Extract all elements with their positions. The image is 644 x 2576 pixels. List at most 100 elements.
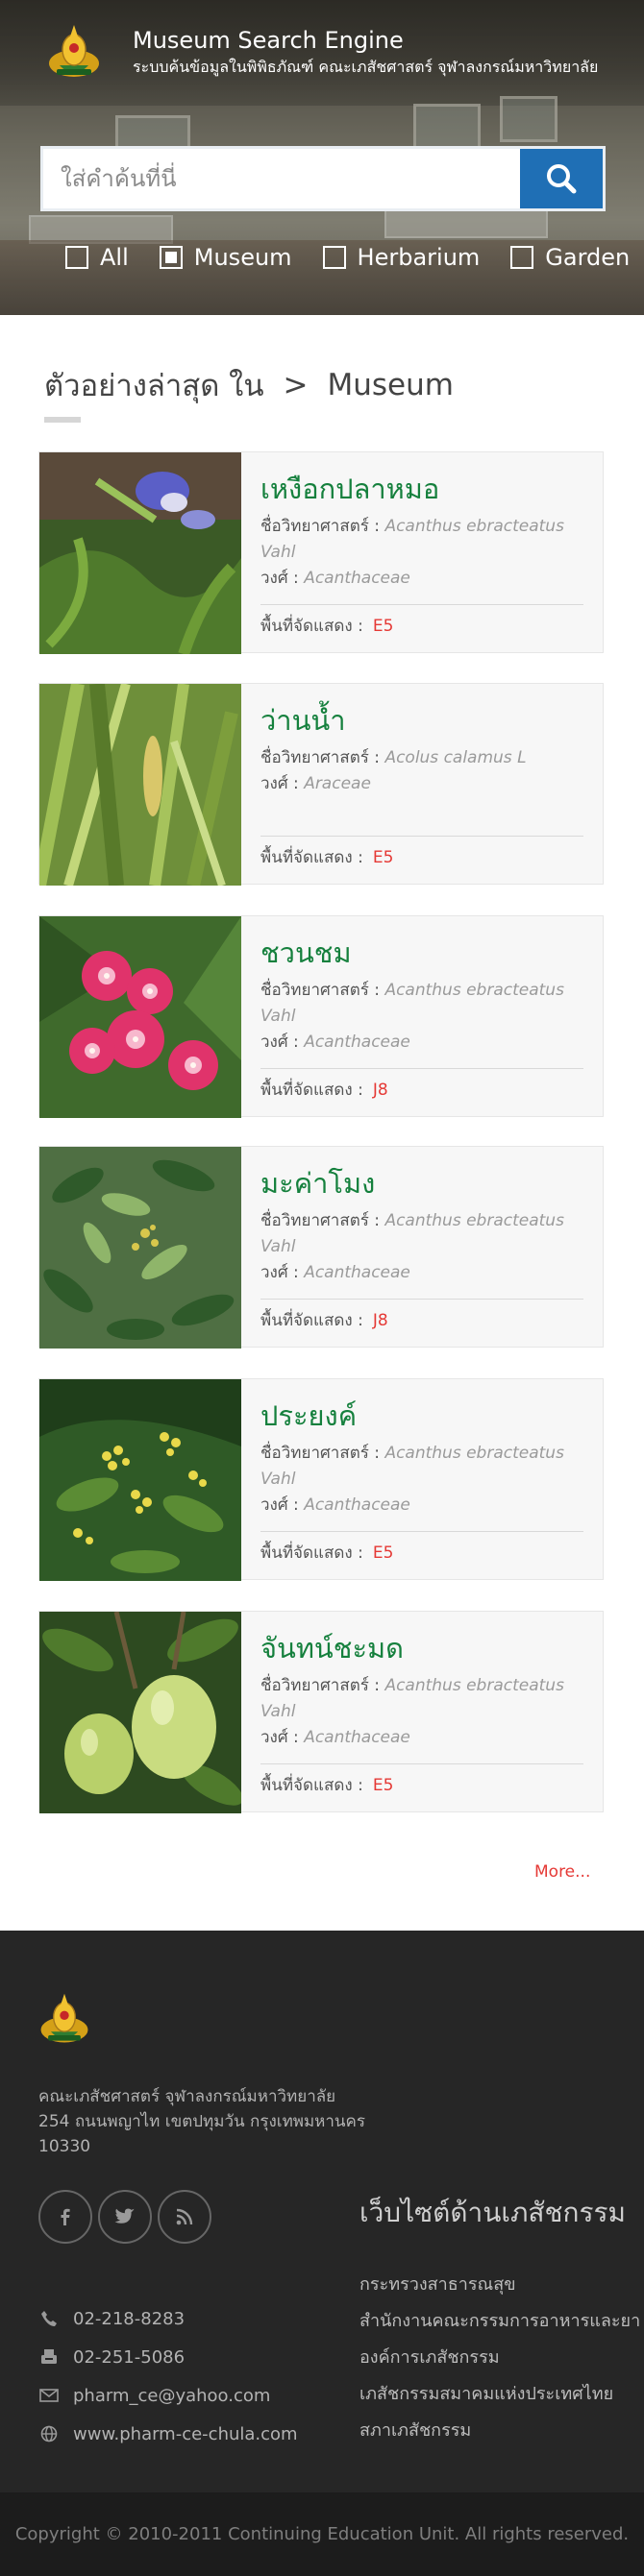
page: Museum Search Engine ระบบค้นข้อมูลในพิพิ… [0, 0, 644, 2576]
link-gpo[interactable]: องค์การเภสัชกรรม [359, 2340, 640, 2376]
social-links [38, 2190, 217, 2244]
item-name[interactable]: ว่านน้ำ [260, 703, 583, 740]
footer: คณะเภสัชศาสตร์ จุฬาลงกรณ์มหาวิทยาลัย 254… [0, 1931, 644, 2492]
display-area: พื้นที่จัดแสดง : J8 [260, 1311, 388, 1330]
filter-all[interactable]: All [65, 244, 129, 271]
item-card[interactable]: มะค่าโมง ชื่อวิทยาศาสตร์ : Acanthus ebra… [38, 1146, 604, 1349]
search-input[interactable] [43, 149, 520, 208]
scientific-name-row: ชื่อวิทยาศาสตร์ : Acanthus ebracteatus V… [260, 980, 564, 1026]
link-pharm-assoc[interactable]: เภสัชกรรมสมาคมแห่งประเทศไทย [359, 2376, 640, 2413]
display-area: พื้นที่จัดแสดง : E5 [260, 1543, 394, 1563]
leafy-branch-photo [39, 1147, 241, 1349]
display-area: พื้นที่จัดแสดง : E5 [260, 848, 394, 867]
item-card[interactable]: ประยงค์ ชื่อวิทยาศาสตร์ : Acanthus ebrac… [38, 1378, 604, 1581]
scientific-name: Acolus calamus L [384, 747, 527, 767]
search-bar [40, 146, 606, 211]
footer-logo [40, 1993, 88, 2043]
family-name: Acanthaceae [304, 1262, 410, 1282]
divider [260, 836, 583, 837]
filter-label: All [100, 244, 129, 271]
display-area: พื้นที่จัดแสดง : J8 [260, 1081, 388, 1100]
family-row: วงศ์ : Acanthaceae [260, 1262, 410, 1282]
area-code: E5 [372, 1776, 394, 1795]
site-title: Museum Search Engine [133, 27, 404, 55]
family-name: Acanthaceae [304, 1032, 410, 1052]
globe-icon [40, 2425, 58, 2442]
purple-flower-photo [39, 452, 241, 654]
link-fda[interactable]: สำนักงานคณะกรรมการอาหารและยา [359, 2303, 640, 2340]
checkbox[interactable] [322, 246, 346, 269]
green-fruit-photo [39, 1612, 241, 1813]
brand: Museum Search Engine ระบบค้นข้อมูลในพิพิ… [42, 21, 598, 85]
breadcrumb-separator: > [283, 368, 309, 402]
mail-icon [39, 2389, 59, 2402]
area-code: J8 [372, 1081, 388, 1100]
checkbox[interactable] [65, 246, 88, 269]
filter-museum[interactable]: Museum [159, 244, 292, 271]
heading-category: Museum [327, 368, 454, 402]
divider [260, 604, 583, 605]
area-code: J8 [372, 1311, 388, 1330]
family-row: วงศ์ : Acanthaceae [260, 568, 410, 588]
filter-garden[interactable]: Garden [510, 244, 630, 271]
family-name: Araceae [304, 773, 371, 793]
item-name[interactable]: จันทน์ชะมด [260, 1631, 583, 1667]
family-row: วงศ์ : Acanthaceae [260, 1032, 410, 1052]
divider [260, 1531, 583, 1532]
filter-label: Herbarium [357, 244, 481, 271]
area-code: E5 [372, 848, 394, 867]
family-row: วงศ์ : Araceae [260, 773, 371, 793]
twitter-button[interactable] [98, 2190, 152, 2244]
footer-address: คณะเภสัชศาสตร์ จุฬาลงกรณ์มหาวิทยาลัย 254… [38, 2087, 366, 2156]
filter-label: Museum [193, 244, 292, 271]
item-name[interactable]: เหงือกปลาหมอ [260, 472, 583, 508]
hero-banner: Museum Search Engine ระบบค้นข้อมูลในพิพิ… [0, 0, 644, 315]
item-name[interactable]: ประยงค์ [260, 1398, 583, 1435]
contact-phone: 02-218-8283 [38, 2299, 298, 2338]
heading-text: ตัวอย่างล่าสุด ใน [44, 369, 264, 403]
contact-text[interactable]: pharm_ce@yahoo.com [73, 2386, 270, 2406]
family-row: วงศ์ : Acanthaceae [260, 1495, 410, 1515]
pink-flower-photo [39, 916, 241, 1118]
search-button[interactable] [520, 149, 603, 208]
display-area: พื้นที่จัดแสดง : E5 [260, 1776, 394, 1795]
divider [260, 1299, 583, 1300]
area-code: E5 [372, 1543, 394, 1563]
contact-fax: 02-251-5086 [38, 2338, 298, 2376]
twitter-icon [114, 2208, 135, 2224]
filter-label: Garden [545, 244, 631, 271]
contact-text: 02-251-5086 [73, 2346, 186, 2368]
item-name[interactable]: ชวนชม [260, 936, 583, 972]
checkbox[interactable] [510, 246, 534, 269]
rss-icon [176, 2208, 193, 2225]
contact-list: 02-218-8283 02-251-5086 pharm_ce@yahoo.c… [38, 2299, 298, 2453]
copyright: Copyright © 2010-2011 Continuing Educati… [0, 2492, 644, 2576]
scientific-name-row: ชื่อวิทยาศาสตร์ : Acanthus ebracteatus V… [260, 516, 564, 562]
rss-button[interactable] [158, 2190, 211, 2244]
family-name: Acanthaceae [304, 568, 410, 588]
more-link[interactable]: More... [534, 1862, 590, 1882]
phone-icon [41, 2311, 57, 2326]
faculty-logo [49, 25, 99, 77]
item-card[interactable]: จันทน์ชะมด ชื่อวิทยาศาสตร์ : Acanthus eb… [38, 1611, 604, 1813]
item-card[interactable]: เหงือกปลาหมอ ชื่อวิทยาศาสตร์ : Acanthus … [38, 451, 604, 654]
link-moph[interactable]: กระทรวงสาธารณสุข [359, 2267, 640, 2303]
links-title: เว็บไซต์ด้านเภสัชกรรม [359, 2197, 626, 2228]
display-area: พื้นที่จัดแสดง : E5 [260, 617, 394, 636]
link-pharm-council[interactable]: สภาเภสัชกรรม [359, 2413, 640, 2449]
facebook-button[interactable] [38, 2190, 92, 2244]
contact-email: pharm_ce@yahoo.com [38, 2376, 298, 2415]
heading-underline [44, 417, 81, 423]
sweet-flag-photo [39, 684, 241, 886]
item-card[interactable]: ว่านน้ำ ชื่อวิทยาศาสตร์ : Acolus calamus… [38, 683, 604, 886]
contact-text[interactable]: www.pharm-ce-chula.com [73, 2424, 298, 2444]
item-card[interactable]: ชวนชม ชื่อวิทยาศาสตร์ : Acanthus ebracte… [38, 915, 604, 1118]
yellow-blossom-photo [39, 1379, 241, 1581]
checkbox[interactable] [159, 246, 183, 269]
scientific-name-row: ชื่อวิทยาศาสตร์ : Acolus calamus L [260, 747, 527, 767]
filter-herbarium[interactable]: Herbarium [322, 244, 481, 271]
area-code: E5 [372, 617, 394, 636]
site-subtitle: ระบบค้นข้อมูลในพิพิธภัณฑ์ คณะเภสัชศาสตร์… [133, 58, 599, 77]
item-name[interactable]: มะค่าโมง [260, 1166, 583, 1203]
divider [260, 1068, 583, 1069]
